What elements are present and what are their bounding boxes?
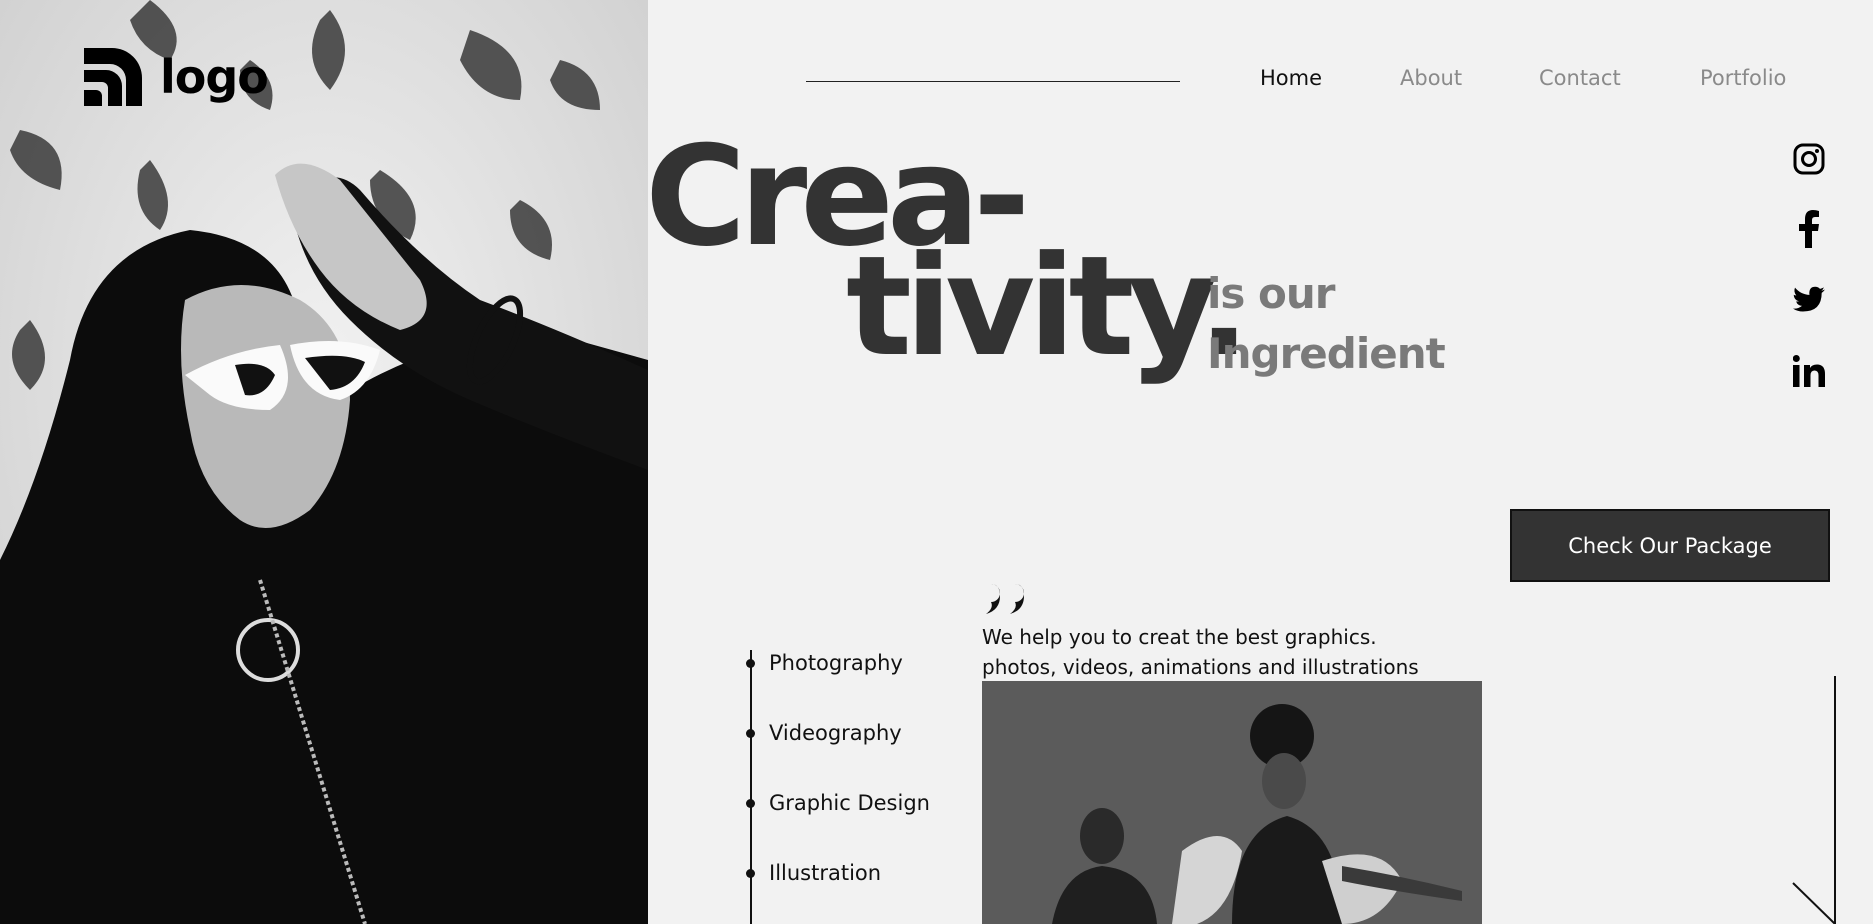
scroll-down-arrow-icon[interactable] — [1790, 676, 1850, 924]
dancers-photo — [982, 681, 1482, 924]
bullet-dot — [746, 658, 755, 668]
check-package-button[interactable]: Check Our Package — [1510, 509, 1830, 582]
linkedin-icon[interactable] — [1792, 354, 1826, 388]
instagram-icon[interactable] — [1792, 142, 1826, 176]
quote-text: We help you to creat the best graphics. … — [982, 622, 1419, 682]
service-label: Photography — [769, 651, 903, 675]
service-item-videography[interactable]: Videography — [746, 721, 902, 745]
nav-item-portfolio[interactable]: Portfolio — [1700, 66, 1786, 90]
quote-line-2: photos, videos, animations and illustrat… — [982, 655, 1419, 679]
twitter-icon[interactable] — [1792, 283, 1826, 317]
bullet-dot — [746, 868, 755, 878]
logo-mark-icon — [84, 48, 142, 106]
service-label: Videography — [769, 721, 902, 745]
service-label: Graphic Design — [769, 791, 930, 815]
bullet-dot — [746, 798, 755, 808]
hero-title-line-2: tivity. — [846, 226, 1250, 387]
tagline-line-1: is our — [1207, 269, 1335, 318]
bullet-dot — [746, 728, 755, 738]
logo[interactable]: logo — [82, 46, 269, 108]
service-item-photography[interactable]: Photography — [746, 651, 903, 675]
tagline-line-2: Ingredient — [1207, 329, 1446, 378]
nav-item-contact[interactable]: Contact — [1539, 66, 1621, 90]
quote-line-1: We help you to creat the best graphics. — [982, 625, 1377, 649]
hero-tagline: is our Ingredient — [1207, 264, 1446, 384]
hero-portrait-photo: logo — [0, 0, 648, 924]
service-item-graphic-design[interactable]: Graphic Design — [746, 791, 930, 815]
nav-item-home[interactable]: Home — [1260, 66, 1322, 90]
quote-mark-icon — [982, 584, 1026, 618]
nav-item-about[interactable]: About — [1400, 66, 1462, 90]
logo-text: logo — [160, 50, 269, 104]
service-item-illustration[interactable]: Illustration — [746, 861, 881, 885]
nav-divider-line — [806, 81, 1180, 82]
landing-page: logo Home About Contact Portfolio Crea- … — [0, 0, 1873, 924]
service-label: Illustration — [769, 861, 882, 885]
facebook-icon[interactable] — [1792, 210, 1826, 248]
